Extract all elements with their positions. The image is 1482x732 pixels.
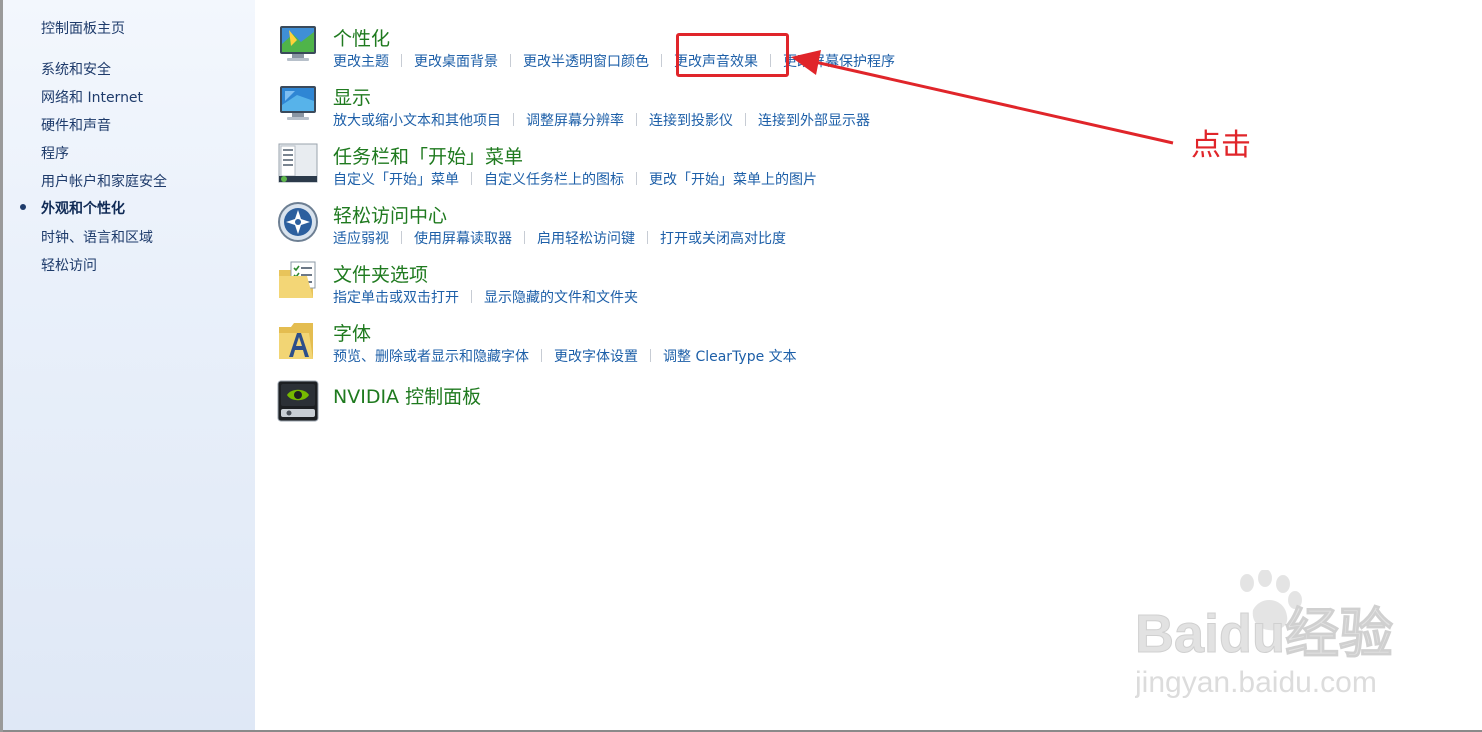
sidebar-item-hardware-sound[interactable]: 硬件和声音 <box>41 115 111 135</box>
sidebar-item-programs[interactable]: 程序 <box>41 143 69 163</box>
control-panel-window: 控制面板主页 系统和安全 网络和 Internet 硬件和声音 程序 用户帐户和… <box>0 0 1482 732</box>
sidebar: 控制面板主页 系统和安全 网络和 Internet 硬件和声音 程序 用户帐户和… <box>3 0 255 730</box>
sidebar-item-home[interactable]: 控制面板主页 <box>41 18 125 38</box>
sidebar-item-clock-language[interactable]: 时钟、语言和区域 <box>41 227 153 247</box>
sidebar-item-network[interactable]: 网络和 Internet <box>41 87 143 107</box>
sidebar-item-appearance[interactable]: 外观和个性化 <box>41 198 125 218</box>
baidu-watermark-logo: Baidu经验 jingyan.baidu.com <box>1135 570 1394 699</box>
sidebar-item-system-security[interactable]: 系统和安全 <box>41 59 111 79</box>
sidebar-item-ease-of-access[interactable]: 轻松访问 <box>41 255 97 275</box>
sidebar-item-user-accounts[interactable]: 用户帐户和家庭安全 <box>41 171 167 191</box>
watermark-url: jingyan.baidu.com <box>1135 666 1377 699</box>
annotation-label: 点击 <box>1191 128 1251 163</box>
active-bullet-icon <box>20 204 26 210</box>
watermark-brand: Baidu经验 <box>1135 604 1393 664</box>
